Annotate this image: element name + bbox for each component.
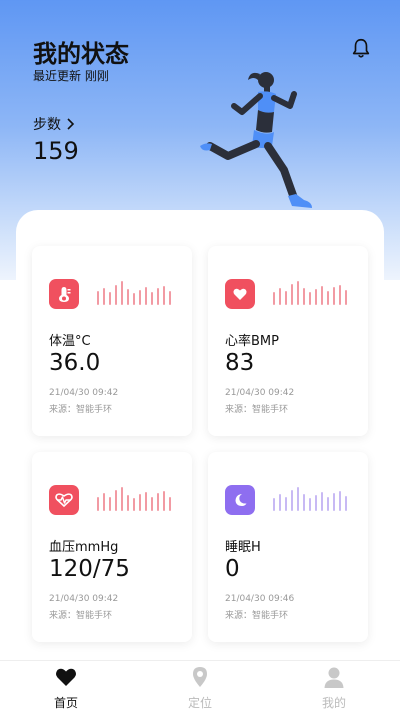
moon-icon [225,485,255,515]
thermometer-icon [49,279,79,309]
card-value: 120/75 [49,556,130,582]
card-timestamp: 21/04/30 09:46 [225,594,295,604]
tab-home[interactable]: 首页 [26,665,106,711]
runner-illustration [200,72,312,208]
heart-icon [56,668,76,686]
bell-icon[interactable] [350,37,372,59]
blood-pressure-card[interactable]: 血压mmHg 120/75 21/04/30 09:42 来源：智能手环 [32,452,192,642]
card-source: 来源：智能手环 [225,405,289,415]
card-label: 睡眠H [225,540,261,555]
steps-label: 步数 [33,117,61,133]
card-label: 心率BMP [225,334,279,349]
heart-icon [225,279,255,309]
steps-value: 159 [33,137,79,165]
card-value: 83 [225,350,255,376]
card-source: 来源：智能手环 [49,405,113,415]
card-value: 0 [225,556,240,582]
card-timestamp: 21/04/30 09:42 [49,388,119,398]
tab-location[interactable]: 定位 [160,665,240,711]
card-source: 来源：智能手环 [49,611,113,621]
page-title: 我的状态 [33,40,129,68]
card-timestamp: 21/04/30 09:42 [49,594,119,604]
tab-label: 定位 [187,696,212,710]
blood-pressure-waveform [97,487,171,511]
sleep-card[interactable]: 睡眠H 0 21/04/30 09:46 来源：智能手环 [208,452,368,642]
card-value: 36.0 [49,350,101,376]
card-source: 来源：智能手环 [225,611,289,621]
tab-label: 首页 [53,696,78,710]
card-label: 体温°C [49,334,91,349]
sleep-waveform [273,487,347,511]
card-label: 血压mmHg [49,540,119,555]
card-timestamp: 21/04/30 09:42 [225,388,295,398]
heart-rate-waveform [273,281,347,305]
user-icon [324,667,344,688]
tab-label: 我的 [321,696,346,710]
pulse-icon [49,485,79,515]
temperature-waveform [97,281,171,305]
location-pin-icon [193,667,207,687]
tab-profile[interactable]: 我的 [294,665,374,711]
bottom-tab-bar: 首页 定位 我的 [0,660,400,711]
heart-rate-card[interactable]: 心率BMP 83 21/04/30 09:42 来源：智能手环 [208,246,368,436]
steps-link[interactable]: 步数 [33,114,75,134]
last-updated-text: 最近更新 刚刚 [33,69,109,83]
temperature-card[interactable]: 体温°C 36.0 21/04/30 09:42 来源：智能手环 [32,246,192,436]
chevron-right-icon [67,118,75,130]
